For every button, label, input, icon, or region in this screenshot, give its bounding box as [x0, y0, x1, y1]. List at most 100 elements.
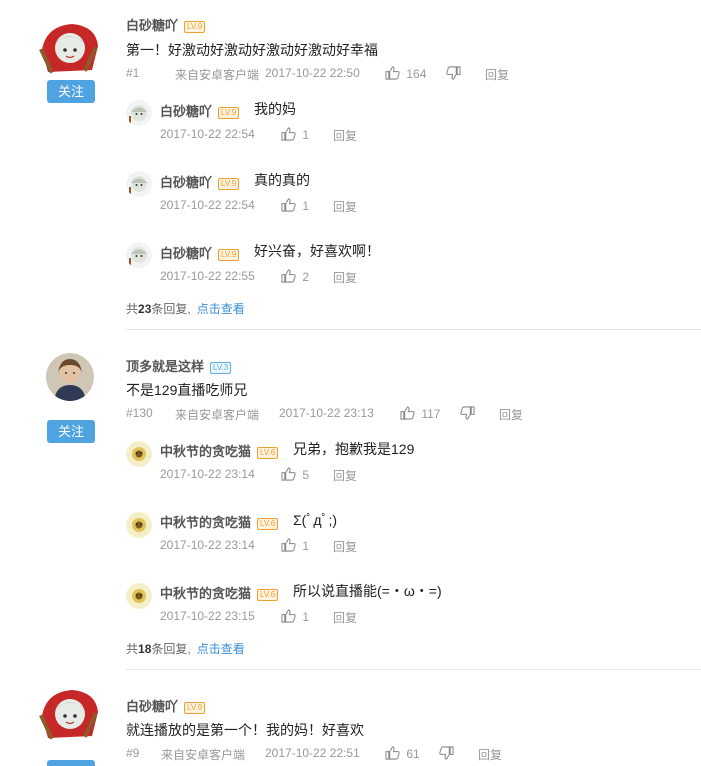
source-label: 来自安卓客户端 [161, 748, 246, 762]
level-badge: LV.9 [218, 106, 240, 119]
dislike-button[interactable] [446, 66, 461, 81]
like-count: 2 [302, 270, 310, 284]
thumbs-up-icon [385, 66, 400, 80]
like-count: 1 [302, 128, 310, 142]
like-count: 1 [302, 610, 310, 624]
level-badge: LV.9 [218, 177, 240, 190]
floor-number: #130 [126, 406, 153, 420]
comment-username[interactable]: 白砂糖吖 LV.9 [126, 15, 206, 34]
reply-button[interactable]: 回复 [333, 269, 357, 286]
reply-text: 我的妈 [254, 101, 296, 117]
reply-button[interactable]: 回复 [485, 66, 509, 83]
like-count: 1 [302, 199, 310, 213]
like-button[interactable]: 2 [281, 269, 309, 284]
user-avatar[interactable] [38, 20, 102, 76]
reply-item: 中秋节的贪吃猫 LV.6 兄弟，抱歉我是129 2017-10-22 23:14 … [126, 436, 701, 502]
reply-avatar[interactable] [126, 242, 152, 268]
timestamp: 2017-10-22 22:54 [160, 198, 255, 212]
dislike-button[interactable] [460, 406, 475, 421]
comment-text: 就连播放的是第一个！我的妈！好喜欢 [126, 722, 364, 738]
thumbs-up-icon [281, 467, 296, 481]
timestamp: 2017-10-22 22:54 [160, 127, 255, 141]
username-text[interactable]: 中秋节的贪吃猫 [160, 586, 251, 601]
username-text[interactable]: 白砂糖吖 [160, 175, 212, 190]
view-all-replies-link[interactable]: 点击查看 [197, 302, 245, 316]
reply-avatar[interactable] [126, 441, 152, 467]
summary-prefix: 共 [126, 302, 139, 316]
reply-button[interactable]: 回复 [478, 746, 502, 763]
like-button[interactable]: 1 [281, 609, 309, 624]
source-label: 来自安卓客户端 [175, 408, 260, 422]
username-text[interactable]: 白砂糖吖 [160, 246, 212, 261]
reply-item: 白砂糖吖 LV.9 真的真的 2017-10-22 22:54 1 回复 [126, 167, 701, 233]
username-text[interactable]: 白砂糖吖 [126, 18, 178, 33]
reply-avatar[interactable] [126, 512, 152, 538]
reply-username[interactable]: 中秋节的贪吃猫 LV.6 [160, 512, 279, 531]
like-button[interactable]: 61 [385, 746, 420, 761]
thumbs-down-icon [460, 406, 475, 420]
thumbs-up-icon [281, 538, 296, 552]
reply-button[interactable]: 回复 [499, 406, 523, 423]
reply-avatar[interactable] [126, 100, 152, 126]
reply-username[interactable]: 白砂糖吖 LV.9 [160, 172, 240, 191]
summary-suffix: 条回复, [151, 302, 191, 316]
reply-button[interactable]: 回复 [333, 609, 357, 626]
dislike-button[interactable] [439, 746, 454, 761]
timestamp: 2017-10-22 23:14 [160, 538, 255, 552]
comment-username[interactable]: 顶多就是这样 LV.3 [126, 356, 232, 375]
reply-button[interactable]: 回复 [333, 198, 357, 215]
follow-button[interactable] [47, 760, 95, 766]
reply-username[interactable]: 中秋节的贪吃猫 LV.6 [160, 583, 279, 602]
username-text[interactable]: 顶多就是这样 [126, 359, 204, 374]
reply-item: 白砂糖吖 LV.9 我的妈 2017-10-22 22:54 1 回复 [126, 96, 701, 162]
source-label: 来自安卓客户端 [175, 68, 260, 82]
username-text[interactable]: 白砂糖吖 [160, 104, 212, 119]
username-text[interactable]: 白砂糖吖 [126, 699, 178, 714]
level-badge: LV.9 [218, 248, 240, 261]
follow-button[interactable]: 关注 [47, 420, 95, 443]
comment-item: 关注 白砂糖吖 LV.9 第一！好激动好激动好激动好激动好幸福 #1 来自安卓客户… [0, 0, 701, 330]
level-badge: LV.6 [257, 446, 279, 459]
thumbs-down-icon [446, 66, 461, 80]
timestamp: 2017-10-22 22:51 [265, 746, 360, 760]
username-text[interactable]: 中秋节的贪吃猫 [160, 444, 251, 459]
user-avatar[interactable] [46, 353, 94, 401]
thumbs-up-icon [281, 127, 296, 141]
reply-button[interactable]: 回复 [333, 467, 357, 484]
reply-text: Σ(ﾟдﾟ;) [293, 512, 338, 528]
like-button[interactable]: 1 [281, 538, 309, 553]
reply-username[interactable]: 白砂糖吖 LV.9 [160, 101, 240, 120]
reply-username[interactable]: 白砂糖吖 LV.9 [160, 243, 240, 262]
follow-button[interactable]: 关注 [47, 80, 95, 103]
timestamp: 2017-10-22 23:13 [279, 406, 374, 420]
thumbs-down-icon [439, 746, 454, 760]
timestamp: 2017-10-22 23:15 [160, 609, 255, 623]
comment-username[interactable]: 白砂糖吖 LV.9 [126, 696, 206, 715]
like-button[interactable]: 164 [385, 66, 426, 81]
like-button[interactable]: 117 [400, 406, 440, 421]
reply-avatar[interactable] [126, 171, 152, 197]
comment-text: 第一！好激动好激动好激动好激动好幸福 [126, 42, 378, 58]
replies-summary: 共23条回复, 点击查看 [126, 300, 245, 317]
view-all-replies-link[interactable]: 点击查看 [197, 642, 245, 656]
floor-number: #9 [126, 746, 140, 760]
timestamp: 2017-10-22 22:50 [265, 66, 360, 80]
reply-button[interactable]: 回复 [333, 127, 357, 144]
like-count: 164 [406, 67, 427, 81]
thumbs-up-icon [281, 269, 296, 283]
like-button[interactable]: 1 [281, 127, 309, 142]
divider [126, 329, 701, 330]
reply-button[interactable]: 回复 [333, 538, 357, 555]
user-avatar[interactable] [38, 686, 102, 742]
level-badge: LV.6 [257, 588, 279, 601]
thumbs-up-icon [281, 609, 296, 623]
level-badge: LV.9 [184, 20, 206, 33]
like-button[interactable]: 1 [281, 198, 309, 213]
reply-username[interactable]: 中秋节的贪吃猫 LV.6 [160, 441, 279, 460]
like-button[interactable]: 5 [281, 467, 309, 482]
reply-avatar[interactable] [126, 583, 152, 609]
reply-count: 18 [138, 642, 152, 656]
username-text[interactable]: 中秋节的贪吃猫 [160, 515, 251, 530]
like-count: 5 [302, 468, 310, 482]
timestamp: 2017-10-22 23:14 [160, 467, 255, 481]
